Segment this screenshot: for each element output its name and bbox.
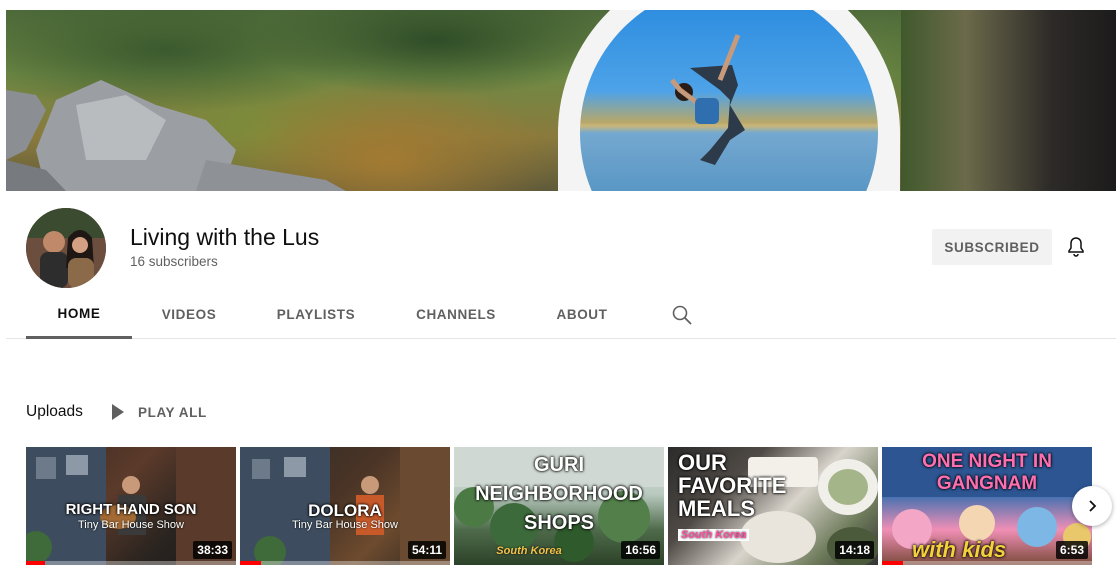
progress-track — [240, 561, 450, 565]
video-thumbnail[interactable]: RIGHT HAND SON Tiny Bar House Show 38:33 — [26, 447, 236, 565]
play-all-button[interactable]: PLAY ALL — [112, 404, 207, 420]
video-thumbnail[interactable]: GURI NEIGHBORHOOD SHOPS South Korea 16:5… — [454, 447, 664, 565]
channel-avatar[interactable] — [26, 208, 106, 288]
thumb-subtitle-text: with kids — [912, 537, 1007, 562]
avatar-photo — [26, 208, 106, 288]
thumb-title-text: RIGHT HAND SON — [65, 501, 197, 518]
video-thumbnail[interactable]: OUR FAVORITE MEALS South Korea 14:18 — [668, 447, 878, 565]
tab-playlists[interactable]: PLAYLISTS — [256, 290, 376, 339]
subscribed-button[interactable]: SUBSCRIBED — [932, 229, 1052, 265]
progress-track — [26, 561, 236, 565]
thumb-title-text: OUR FAVORITE MEALS — [678, 450, 787, 521]
tab-home[interactable]: HOME — [26, 290, 132, 339]
chevron-right-icon — [1089, 500, 1097, 512]
thumb-subtitle-text: Tiny Bar House Show — [292, 519, 398, 531]
subscriber-count: 16 subscribers — [130, 254, 218, 269]
play-all-label: PLAY ALL — [138, 404, 207, 420]
watch-progress — [26, 561, 45, 565]
shelf-next-button[interactable] — [1072, 486, 1112, 526]
channel-name: Living with the Lus — [130, 224, 320, 250]
video-duration: 14:18 — [835, 541, 874, 559]
channel-tabs: HOME VIDEOS PLAYLISTS CHANNELS ABOUT — [6, 290, 1116, 339]
tab-about[interactable]: ABOUT — [536, 290, 628, 339]
jumping-girl-figure — [670, 34, 745, 165]
tab-channels[interactable]: CHANNELS — [396, 290, 516, 339]
video-duration: 38:33 — [193, 541, 232, 559]
banner-rocks — [6, 80, 346, 191]
play-icon — [112, 404, 124, 420]
video-duration: 54:11 — [407, 541, 446, 559]
video-thumbnail[interactable]: DOLORA Tiny Bar House Show 54:11 — [240, 447, 450, 565]
thumb-subtitle-text: South Korea — [678, 529, 750, 541]
banner-family-photo — [901, 10, 1116, 191]
watch-progress — [882, 561, 903, 565]
banner-jump-photo — [580, 10, 878, 191]
tab-videos[interactable]: VIDEOS — [140, 290, 238, 339]
bell-icon[interactable] — [1064, 235, 1088, 259]
uploads-heading[interactable]: Uploads — [26, 403, 83, 421]
progress-track — [882, 561, 1092, 565]
thumb-title-text: GURI NEIGHBORHOOD SHOPS — [475, 454, 643, 534]
search-icon[interactable] — [670, 303, 694, 327]
thumb-title-text: DOLORA — [308, 501, 382, 520]
watch-progress — [240, 561, 261, 565]
video-thumbnail[interactable]: ONE NIGHT IN GANGNAM with kids 6:53 — [882, 447, 1092, 565]
thumb-title-text: ONE NIGHT IN GANGNAM — [922, 451, 1052, 494]
video-duration: 6:53 — [1055, 541, 1088, 559]
thumb-subtitle-text: Tiny Bar House Show — [78, 519, 184, 531]
video-duration: 16:56 — [621, 541, 660, 559]
